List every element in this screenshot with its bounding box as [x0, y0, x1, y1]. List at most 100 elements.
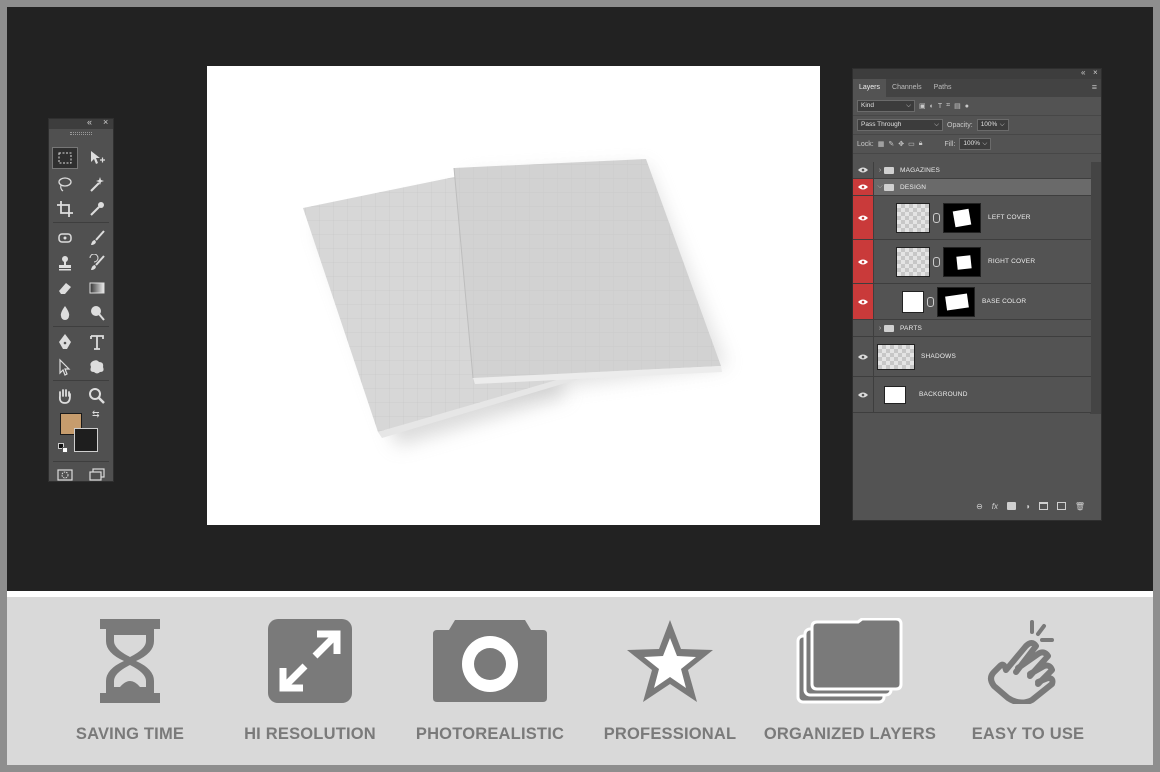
- layer-thumbnail[interactable]: [896, 202, 930, 233]
- fill-layer-thumbnail[interactable]: [902, 290, 924, 313]
- crop-icon[interactable]: [52, 198, 78, 220]
- blur-icon[interactable]: [52, 302, 78, 324]
- chevron-right-icon[interactable]: ›: [876, 167, 884, 174]
- layer-row-magazines[interactable]: › MAGAZINES: [853, 162, 1091, 179]
- type-icon[interactable]: [84, 331, 110, 353]
- layer-thumbnail[interactable]: [877, 343, 915, 370]
- layer-thumbnail[interactable]: [896, 246, 930, 277]
- new-layer-icon[interactable]: [1056, 502, 1066, 510]
- pen-icon[interactable]: [52, 331, 78, 353]
- visibility-eye-icon[interactable]: [853, 162, 874, 178]
- visibility-toggle-empty[interactable]: [853, 320, 874, 336]
- link-icon[interactable]: [927, 296, 934, 307]
- tools-panel: « × ⇆: [48, 117, 114, 482]
- link-icon[interactable]: [933, 256, 940, 267]
- brush-icon[interactable]: [84, 227, 110, 249]
- feature-professional: PROFESSIONAL: [575, 597, 765, 744]
- filter-smart-object-icon[interactable]: ▤: [954, 102, 961, 110]
- visibility-eye-icon[interactable]: [853, 240, 874, 283]
- layer-row-left-cover[interactable]: LEFT COVER: [853, 196, 1091, 240]
- filter-pixel-icon[interactable]: ▣: [919, 102, 926, 110]
- quick-mask-icon[interactable]: [52, 464, 78, 486]
- filter-kind-select[interactable]: Kind ⌵: [857, 100, 915, 112]
- history-brush-icon[interactable]: [84, 252, 110, 274]
- healing-brush-icon[interactable]: [52, 227, 78, 249]
- chevron-down-icon: ⌵: [999, 121, 1005, 128]
- blend-mode-value: Pass Through: [861, 121, 902, 128]
- rectangular-marquee-icon[interactable]: [52, 147, 78, 169]
- visibility-eye-icon[interactable]: [853, 196, 874, 239]
- lock-artboard-icon[interactable]: ▭: [908, 140, 915, 148]
- group-icon[interactable]: [1038, 502, 1048, 510]
- collapse-icon[interactable]: «: [1081, 68, 1085, 77]
- link-icon[interactable]: [933, 212, 940, 223]
- default-colors-icon[interactable]: [58, 443, 68, 453]
- feature-label: PROFESSIONAL: [603, 725, 737, 743]
- layer-name: BACKGROUND: [919, 391, 968, 398]
- swap-colors-icon[interactable]: ⇆: [92, 409, 100, 420]
- hand-icon[interactable]: [52, 385, 78, 407]
- visibility-eye-icon[interactable]: [853, 377, 874, 412]
- layer-name: DESIGN: [900, 183, 927, 191]
- filter-adjustment-icon[interactable]: ◐: [930, 103, 934, 110]
- path-selection-icon[interactable]: [52, 356, 78, 378]
- layer-row-base-color[interactable]: BASE COLOR: [853, 284, 1091, 320]
- layers-scrollbar[interactable]: [1090, 162, 1101, 414]
- layer-row-design[interactable]: ⌵ DESIGN: [853, 179, 1091, 196]
- lock-all-icon[interactable]: 🔒︎: [919, 140, 923, 148]
- clone-stamp-icon[interactable]: [52, 252, 78, 274]
- chevron-down-icon[interactable]: ⌵: [876, 183, 884, 191]
- filter-kind-value: Kind: [861, 102, 875, 109]
- link-icon[interactable]: ⊖: [976, 502, 983, 511]
- visibility-eye-icon[interactable]: [853, 284, 874, 319]
- layer-mask-thumbnail[interactable]: [943, 202, 981, 233]
- layer-mask-thumbnail[interactable]: [937, 286, 975, 317]
- eraser-icon[interactable]: [52, 277, 78, 299]
- filter-toggle-icon[interactable]: ●: [965, 103, 969, 110]
- trash-icon[interactable]: 🗑︎: [1075, 502, 1085, 511]
- layer-mask-thumbnail[interactable]: [943, 246, 981, 277]
- layer-thumbnail[interactable]: [884, 385, 906, 404]
- layer-row-shadows[interactable]: SHADOWS: [853, 337, 1091, 377]
- lock-transparent-icon[interactable]: ▦: [878, 140, 885, 148]
- document-canvas[interactable]: [207, 66, 820, 525]
- background-color-swatch[interactable]: [74, 428, 98, 452]
- chevron-right-icon[interactable]: ›: [876, 325, 884, 332]
- gradient-icon[interactable]: [84, 277, 110, 299]
- layer-row-background[interactable]: BACKGROUND: [853, 377, 1091, 413]
- layer-name: SHADOWS: [921, 353, 956, 360]
- eyedropper-icon[interactable]: [84, 198, 110, 220]
- filter-type-icon[interactable]: T: [938, 103, 942, 110]
- fill-input[interactable]: 100% ⌵: [959, 138, 992, 150]
- lock-pixels-icon[interactable]: ✎: [888, 140, 894, 148]
- lock-position-icon[interactable]: ✥: [898, 140, 904, 148]
- filter-row: Kind ⌵ ▣ ◐ T ⌗ ▤ ●: [853, 97, 1101, 116]
- zoom-icon[interactable]: [84, 385, 110, 407]
- visibility-eye-icon[interactable]: [853, 179, 874, 195]
- grip-handle[interactable]: [49, 129, 113, 137]
- panel-menu-icon[interactable]: ≡: [1092, 82, 1097, 92]
- layer-row-parts[interactable]: › PARTS: [853, 320, 1091, 337]
- custom-shape-icon[interactable]: [84, 356, 110, 378]
- fx-icon[interactable]: fx: [992, 502, 998, 511]
- screen-mode-icon[interactable]: [84, 464, 110, 486]
- mask-icon[interactable]: [1007, 502, 1016, 510]
- opacity-input[interactable]: 100% ⌵: [976, 119, 1009, 131]
- layers-list: › MAGAZINES ⌵ DESIGN LEFT COVER RIGHT CO…: [853, 162, 1091, 413]
- tab-paths[interactable]: Paths: [928, 79, 958, 97]
- visibility-eye-icon[interactable]: [853, 337, 874, 376]
- blend-mode-select[interactable]: Pass Through ⌵: [857, 119, 943, 131]
- dodge-icon[interactable]: [84, 302, 110, 324]
- tab-layers[interactable]: Layers: [853, 79, 887, 97]
- lasso-icon[interactable]: [52, 173, 78, 195]
- hand-tap-icon: [986, 597, 1070, 725]
- filter-shape-icon[interactable]: ⌗: [946, 102, 950, 110]
- collapse-icon[interactable]: «: [87, 117, 92, 127]
- close-icon[interactable]: ×: [1093, 68, 1098, 77]
- adjustment-icon[interactable]: ◑: [1025, 502, 1030, 511]
- move-icon[interactable]: [84, 147, 110, 169]
- layer-row-right-cover[interactable]: RIGHT COVER: [853, 240, 1091, 284]
- magic-wand-icon[interactable]: [84, 173, 110, 195]
- tab-channels[interactable]: Channels: [886, 79, 928, 97]
- close-icon[interactable]: ×: [103, 117, 108, 127]
